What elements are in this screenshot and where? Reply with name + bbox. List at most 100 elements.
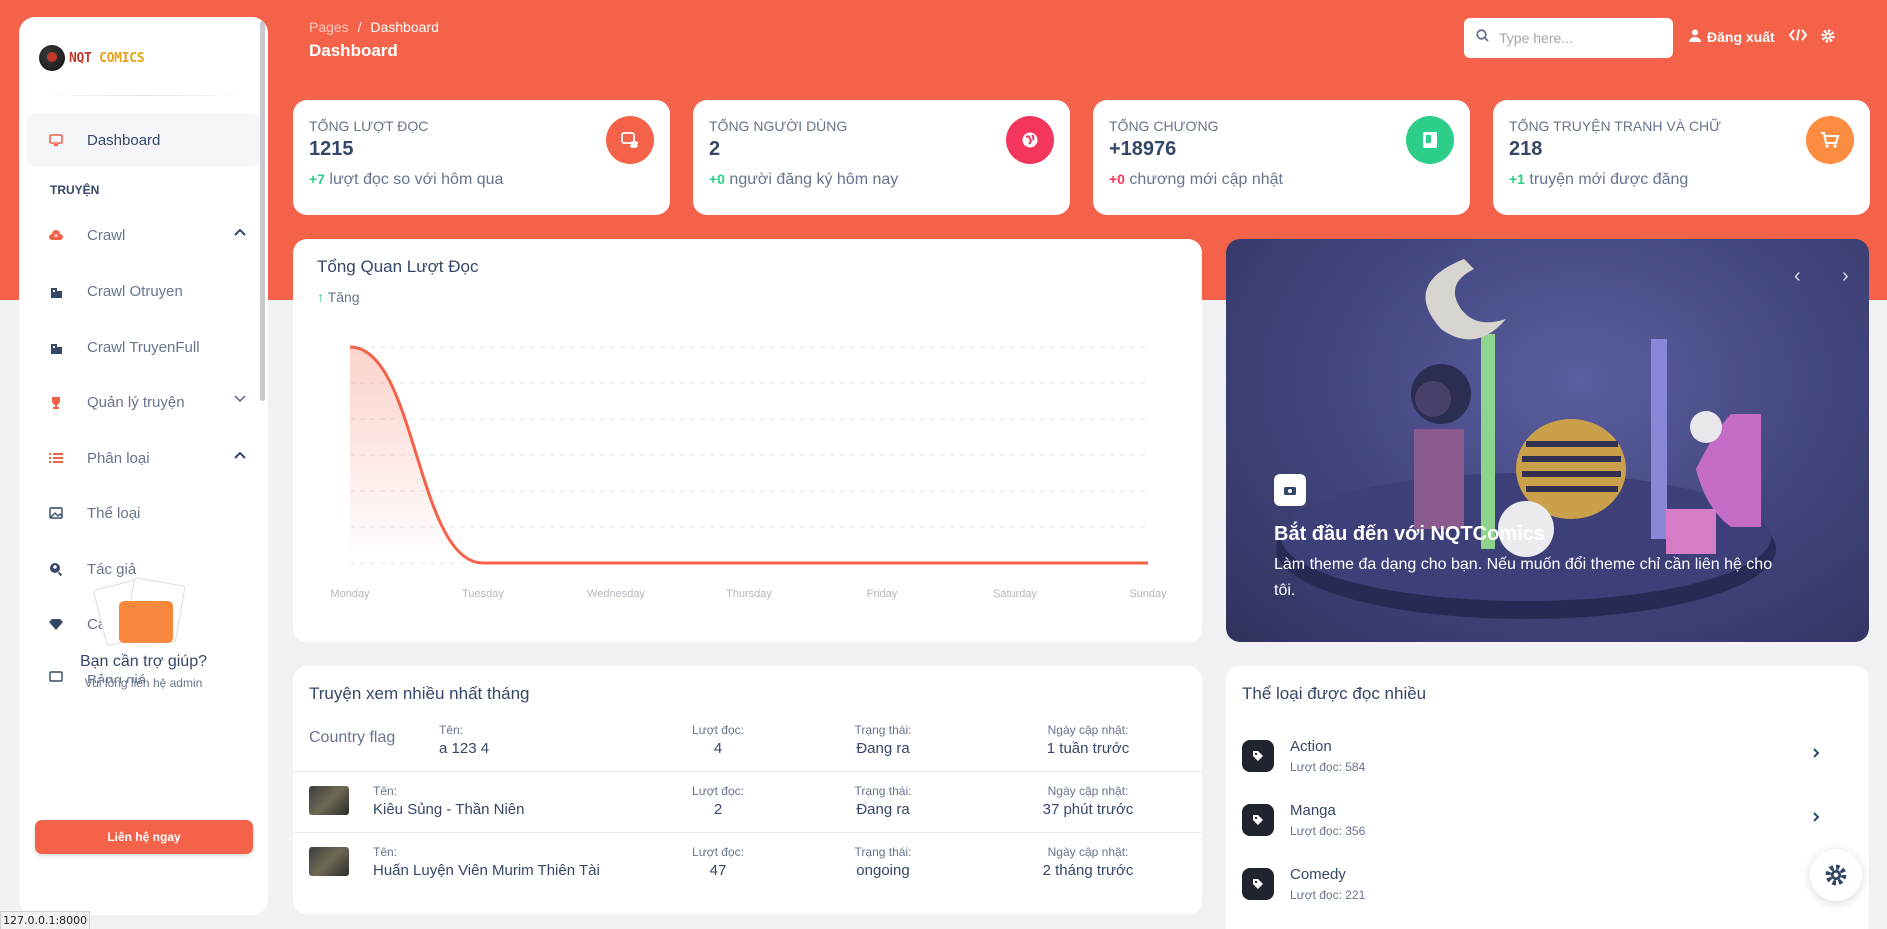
sidebar-item-crawl-otruyen[interactable]: Crawl Otruyen [27, 265, 260, 317]
cell-status: Trạng thái: ongoing [854, 845, 912, 879]
category-name: Manga [1290, 802, 1336, 819]
sidebar-item-label: Quản lý truyện [87, 393, 185, 411]
breadcrumb-current: Dashboard [370, 19, 439, 35]
x-tick-label: Friday [867, 588, 898, 600]
sidebar-item-label: Crawl Otruyen [87, 282, 183, 300]
table-row[interactable]: Tên: Huấn Luyện Viên Murim Thiên Tài Lượt … [293, 833, 1201, 894]
sidebar-item-label: Dashboard [87, 131, 161, 149]
cell-name: Tên: Huấn Luyện Viên Murim Thiên Tài [373, 845, 600, 879]
tag-icon [1242, 868, 1274, 900]
category-item[interactable]: Comedy Lượt đọc: 221 [1242, 860, 1842, 916]
chevron-up-icon [234, 225, 246, 239]
flag-image: Country flag [309, 729, 396, 746]
camera-icon [1274, 474, 1306, 506]
cart-icon [1806, 116, 1854, 164]
reads-chart-card: Tổng Quan Lượt Đọc ↑ Tăng Monday Tuesday W… [293, 239, 1202, 642]
cell-name: Tên: a 123 4 [439, 723, 490, 757]
sidebar-item-classification[interactable]: Phân loại [27, 432, 260, 484]
document-icon [1406, 116, 1454, 164]
cell-reads: Lượt đọc: 4 [692, 723, 744, 757]
sidebar-divider [39, 95, 248, 96]
building-icon [49, 284, 63, 298]
tag-icon [1242, 804, 1274, 836]
help-illustration [91, 576, 197, 647]
welcome-carousel[interactable]: ‹ › Bắt đầu đến với NQTComics Làm theme … [1226, 239, 1869, 642]
cloud-upload-icon [49, 228, 63, 242]
cell-name: Tên: Kiêu Sủng - Thần Niên [373, 784, 525, 818]
top-comics-title: Truyện xem nhiều nhất tháng [309, 684, 530, 703]
configurator-gear-button[interactable] [1810, 849, 1862, 901]
category-name: Action [1290, 738, 1332, 755]
sidebar-item-crawl-truyenfull[interactable]: Crawl TruyenFull [27, 321, 260, 373]
top-comics-card: Truyện xem nhiều nhất tháng Country flag… [293, 666, 1202, 914]
search-person-icon [49, 562, 63, 576]
reads-area-chart: Monday Tuesday Wednesday Thursday Friday Satu… [330, 345, 1167, 600]
trophy-icon [49, 395, 63, 409]
sidebar-item-label: Thể loại [87, 504, 141, 522]
category-item[interactable]: Action Lượt đọc: 584 [1242, 732, 1842, 788]
table-row[interactable]: Country flag Tên: a 123 4 Lượt đọc: 4 Trạng t… [293, 711, 1201, 772]
table-row[interactable]: Tên: Kiêu Sủng - Thần Niên Lượt đọc: 2 Trạng… [293, 772, 1201, 833]
sidebar-section-title: TRUYỆN [50, 183, 100, 197]
x-tick-label: Monday [330, 588, 370, 600]
chart-series-line [349, 345, 1148, 565]
carousel-next-button[interactable]: › [1842, 265, 1849, 288]
contact-button[interactable]: Liên hệ ngay [35, 820, 253, 854]
category-count: Lượt đọc: 221 [1290, 888, 1366, 902]
stat-card-comics: Tổng truyện tranh và chữ 218 +1 truyện m… [1493, 100, 1870, 215]
cell-updated: Ngày cập nhật: 2 tháng trước [1042, 845, 1134, 879]
breadcrumb-pages[interactable]: Pages [309, 19, 349, 35]
sidebar-scrollbar[interactable] [260, 21, 265, 401]
carousel-caption: Bắt đầu đến với NQTComics Làm theme đa d… [1274, 523, 1794, 604]
category-count: Lượt đọc: 584 [1290, 760, 1366, 774]
tag-icon [1242, 740, 1274, 772]
sidebar-item-dashboard[interactable]: Dashboard [27, 114, 260, 166]
user-icon [1689, 29, 1701, 45]
brand-logo[interactable]: NQT COMICS [39, 45, 145, 71]
search-icon [1476, 29, 1489, 47]
search-input[interactable] [1499, 30, 1659, 46]
search-box[interactable] [1464, 18, 1673, 58]
coins-icon [606, 116, 654, 164]
stat-card-users: Tổng người dùng 2 +0 người đăng ký hôm n… [693, 100, 1070, 215]
categories-title: Thể loại được đọc nhiều [1242, 684, 1427, 703]
x-tick-label: Tuesday [462, 588, 504, 600]
chevron-right-icon[interactable] [1812, 810, 1820, 826]
stat-card-reads: Tổng lượt đọc 1215 +7 lượt đọc so với hô… [293, 100, 670, 215]
sidebar-item-genre[interactable]: Thể loại [27, 487, 260, 539]
help-title: Bạn cần trợ giúp? [79, 653, 207, 670]
x-tick-label: Saturday [993, 588, 1038, 600]
help-subtitle: Vui lòng liên hệ admin [84, 676, 203, 690]
sidebar-item-manage-comics[interactable]: Quản lý truyện [27, 376, 260, 428]
globe-icon [1006, 116, 1054, 164]
monitor-icon [49, 133, 63, 147]
chevron-down-icon [234, 392, 246, 406]
cell-reads: Lượt đọc: 47 [692, 845, 744, 879]
category-item[interactable]: Manga Lượt đọc: 356 [1242, 796, 1842, 852]
cell-reads: Lượt đọc: 2 [692, 784, 744, 818]
carousel-prev-button[interactable]: ‹ [1794, 265, 1801, 288]
chevron-right-icon[interactable] [1812, 746, 1820, 762]
category-count: Lượt đọc: 356 [1290, 824, 1366, 838]
category-name: Comedy [1290, 866, 1346, 883]
comic-thumbnail [309, 847, 349, 876]
cell-updated: Ngày cập nhật: 37 phút trước [1042, 784, 1134, 818]
code-icon[interactable] [1789, 29, 1807, 41]
logout-link[interactable]: Đăng xuất [1689, 29, 1775, 45]
sidebar-item-label: Crawl [87, 226, 126, 244]
logo-mascot-icon [39, 45, 65, 71]
x-tick-label: Thursday [726, 588, 772, 600]
sidebar-item-label: Tác giả [87, 560, 137, 578]
comic-thumbnail [309, 786, 349, 815]
carousel-description: Làm theme đa dạng cho bạn. Nếu muốn đổi … [1274, 556, 1773, 599]
chevron-up-icon [234, 448, 246, 462]
settings-gear-icon[interactable] [1821, 29, 1835, 43]
sidebar-item-crawl[interactable]: Crawl [27, 209, 260, 261]
cell-status: Trạng thái: Đang ra [854, 723, 912, 757]
carousel-title: Bắt đầu đến với NQTComics [1274, 523, 1545, 545]
building-icon [49, 340, 63, 354]
list-icon [49, 451, 63, 465]
chart-area-fill [350, 347, 1148, 563]
cell-updated: Ngày cập nhật: 1 tuần trước [1046, 723, 1130, 757]
sidebar-item-label: Crawl TruyenFull [87, 338, 200, 356]
